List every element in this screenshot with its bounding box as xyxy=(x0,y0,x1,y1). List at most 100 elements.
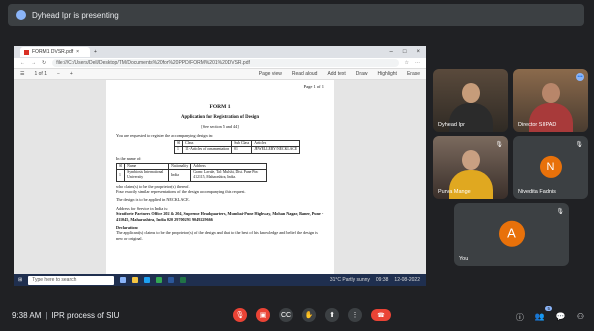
meeting-title: IPR process of SIU xyxy=(51,311,120,320)
tool-add-text[interactable]: Add text xyxy=(327,71,345,77)
minimize-icon[interactable]: – xyxy=(390,49,393,55)
forward-icon[interactable]: → xyxy=(31,60,36,66)
new-tab-icon[interactable]: + xyxy=(94,49,97,55)
raise-hand-button[interactable]: ✋ xyxy=(302,308,316,322)
activities-icon[interactable]: ⚇ xyxy=(577,312,584,323)
more-options-button[interactable]: ⋮ xyxy=(348,308,362,322)
participant-video xyxy=(461,150,480,170)
back-icon[interactable]: ← xyxy=(20,60,25,66)
declaration-text: The applicant(s) claims to be the propri… xyxy=(116,230,318,241)
applicant-table-cell: India xyxy=(168,169,192,182)
meeting-side-controls: ⓘ 👥 💬 ⚇ xyxy=(516,312,584,323)
present-button[interactable]: ⬆ xyxy=(325,308,339,322)
tab-title: FORM1 DVSR.pdf xyxy=(32,49,74,55)
participant-video xyxy=(461,83,480,103)
class-table-cell: JEWELLERY/NECKLACE xyxy=(251,146,301,154)
clock-time[interactable]: 09:38 xyxy=(376,277,389,283)
pdf-viewer[interactable]: Page 1 of 1 FORM 1 Application for Regis… xyxy=(14,80,426,274)
mic-toggle-button[interactable]: 🎙 xyxy=(233,308,247,322)
task-view-icon[interactable] xyxy=(120,277,127,283)
tool-page-view[interactable]: Page view xyxy=(259,71,282,77)
pdf-toolbar: ☰ 1 of 1 − + Page view Read aloud Add te… xyxy=(14,69,426,80)
tool-erase[interactable]: Erase xyxy=(407,71,420,77)
zoom-in-icon[interactable]: + xyxy=(70,71,73,77)
taskbar-apps xyxy=(120,277,187,283)
presenting-text: Dyhead Ipr is presenting xyxy=(32,10,119,20)
class-table: Sl Class Sub Class Articles 1 11-Article… xyxy=(173,140,301,154)
request-line: You are requested to register the accomp… xyxy=(116,132,214,138)
reload-icon[interactable]: ↻ xyxy=(42,60,46,66)
windows-taskbar: ⊞ Type here to search 31°C Partly sunny … xyxy=(14,274,426,286)
clock-date[interactable]: 12-08-2022 xyxy=(394,277,420,283)
page-counter[interactable]: 1 of 1 xyxy=(34,71,47,77)
zoom-out-icon[interactable]: − xyxy=(57,71,60,77)
participant-tile[interactable]: 🎙 Purva Mange xyxy=(433,136,508,199)
participant-name: You xyxy=(459,256,469,262)
meeting-time: 9:38 AM xyxy=(12,311,42,320)
participant-tile[interactable]: ••• Director SIIPAD xyxy=(513,69,588,132)
menu-icon[interactable]: ⋯ xyxy=(415,60,420,66)
edge-icon[interactable] xyxy=(144,277,151,283)
camera-toggle-button[interactable]: ▣ xyxy=(256,308,270,322)
weather-widget[interactable]: 31°C Partly sunny xyxy=(330,277,370,283)
tool-draw[interactable]: Draw xyxy=(356,71,368,77)
pdf-page: Page 1 of 1 FORM 1 Application for Regis… xyxy=(106,80,334,274)
applicant-table-cell: Gram: Lavale, Tal: Mulshi, Dist. Pune Pi… xyxy=(190,169,268,182)
tool-highlight[interactable]: Highlight xyxy=(377,71,396,77)
system-tray: 31°C Partly sunny 09:38 12-08-2022 xyxy=(330,277,426,283)
class-table-header: Sub Class xyxy=(231,140,253,148)
close-window-icon[interactable]: × xyxy=(416,49,420,55)
chat-icon[interactable]: 💬 xyxy=(556,312,566,323)
form-subtitle: Application for Registration of Design xyxy=(181,115,259,121)
favorites-icon[interactable]: ☆ xyxy=(405,60,409,66)
captions-button[interactable]: CC xyxy=(279,308,293,322)
info-icon[interactable]: ⓘ xyxy=(516,312,524,323)
participant-video xyxy=(541,83,560,103)
url-field[interactable]: file:///C:/Users/Dell/Desktop/TM/Documen… xyxy=(52,59,399,67)
mic-off-icon: 🎙 xyxy=(495,142,503,148)
people-count-badge: 5 xyxy=(545,306,552,311)
participant-name: Nivedita Fadnis xyxy=(518,189,556,195)
participant-avatar: N xyxy=(539,155,562,178)
participant-name: Purva Mange xyxy=(438,189,471,195)
meeting-details[interactable]: 9:38 AM | IPR process of SIU xyxy=(12,311,119,320)
page-number: Page 1 of 1 xyxy=(303,84,324,89)
pdf-icon xyxy=(24,49,29,55)
tool-read-aloud[interactable]: Read aloud xyxy=(292,71,318,77)
contents-icon[interactable]: ☰ xyxy=(20,71,24,77)
people-icon[interactable]: 👥 xyxy=(535,312,545,323)
windows-start-icon[interactable]: ⊞ xyxy=(18,277,22,283)
call-controls: 🎙 ▣ CC ✋ ⬆ ⋮ ☎ xyxy=(233,308,391,322)
leave-call-button[interactable]: ☎ xyxy=(371,309,391,321)
class-table-cell: 01 xyxy=(231,146,253,154)
class-table-cell: 1 xyxy=(173,146,184,154)
address-bar-row: ← → ↻ file:///C:/Users/Dell/Desktop/TM/D… xyxy=(14,58,426,69)
mic-off-icon: 🎙 xyxy=(575,142,583,148)
self-avatar: A xyxy=(498,220,525,247)
taskbar-search[interactable]: Type here to search xyxy=(28,275,115,285)
browser-tabbar: FORM1 DVSR.pdf × + – □ × xyxy=(14,46,426,58)
file-explorer-icon[interactable] xyxy=(132,277,139,283)
participant-tile[interactable]: N 🎙 Nivedita Fadnis xyxy=(513,136,588,199)
excel-icon[interactable] xyxy=(180,277,187,283)
form-title: FORM 1 xyxy=(209,104,231,111)
self-tile[interactable]: A 🎙 You xyxy=(454,203,569,266)
para-applied: The design is to be applied in NECKLACE. xyxy=(116,196,190,202)
applicant-table-cell: 1 xyxy=(115,169,126,182)
close-tab-icon[interactable]: × xyxy=(76,49,79,55)
service-address: Stratforte Partners Office 202 & 204, Su… xyxy=(116,211,324,222)
maximize-icon[interactable]: □ xyxy=(403,49,407,55)
name-line: In the name of: xyxy=(116,155,142,161)
class-table-cell: 11-Articles of ornamentation xyxy=(182,146,233,154)
browser-tab[interactable]: FORM1 DVSR.pdf × xyxy=(20,47,90,57)
mic-off-icon: 🎙 xyxy=(556,209,564,215)
participant-tile[interactable]: Dyhead Ipr xyxy=(433,69,508,132)
speaking-icon: ••• xyxy=(576,73,584,81)
participant-name: Dyhead Ipr xyxy=(438,122,465,128)
applicant-table: Sl Name Nationality Address 1 Symbiosis … xyxy=(115,163,268,182)
chrome-icon[interactable] xyxy=(156,277,163,283)
applicant-table-header: Nationality xyxy=(168,163,192,171)
shared-screen: FORM1 DVSR.pdf × + – □ × ← → ↻ file:///C… xyxy=(14,46,426,286)
word-icon[interactable] xyxy=(168,277,175,283)
applicant-table-cell: Symbiosis International University xyxy=(124,169,170,182)
